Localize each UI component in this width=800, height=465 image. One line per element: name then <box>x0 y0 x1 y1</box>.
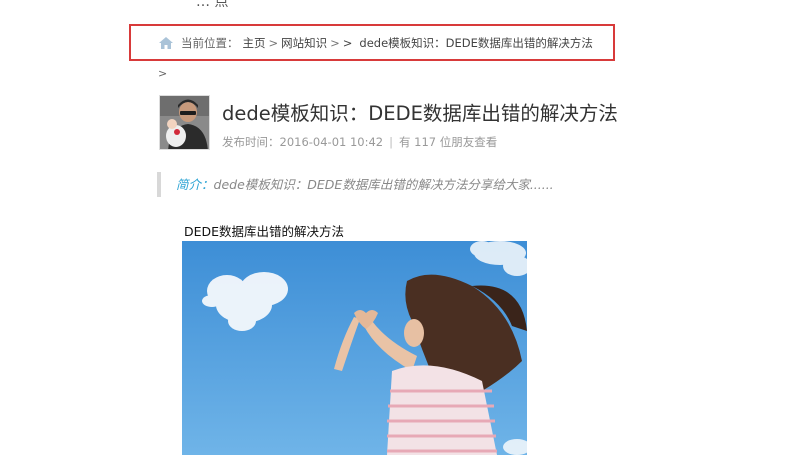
breadcrumb-extra-separator: > <box>342 35 353 50</box>
home-icon[interactable] <box>159 36 173 49</box>
breadcrumb-link-home[interactable]: 主页 <box>243 35 266 51</box>
post-meta: 发布时间：2016-04-01 10:42 | 有 117 位朋友查看 <box>222 134 497 150</box>
publish-time: 发布时间：2016-04-01 10:42 <box>222 135 384 149</box>
content-heading: DEDE数据库出错的解决方法 <box>184 224 345 239</box>
breadcrumb-current-article[interactable]: dede模板知识：DEDE数据库出错的解决方法 <box>359 35 593 51</box>
meta-divider: | <box>389 135 394 149</box>
girl-heart-cloud-photo <box>182 241 527 455</box>
breadcrumb-separator: > <box>330 35 340 50</box>
intro-text: dede模板知识：DEDE数据库出错的解决方法分享给大家...... <box>213 177 554 192</box>
breadcrumb: 当前位置： 主页 > 网站知识 > > dede模板知识：DEDE数据库出错的解… <box>129 24 615 61</box>
views-prefix: 有 <box>399 135 411 149</box>
post-intro: 简介：dede模板知识：DEDE数据库出错的解决方法分享给大家...... <box>157 172 617 197</box>
post-title: dede模板知识：DEDE数据库出错的解决方法 <box>222 102 618 125</box>
breadcrumb-separator: > <box>268 35 279 50</box>
previous-text-fragment: … 点 <box>196 0 229 10</box>
breadcrumb-trailing-separator: > <box>158 67 168 80</box>
views-count: 117 <box>414 135 437 149</box>
breadcrumb-prefix: 当前位置： <box>181 35 239 50</box>
author-avatar[interactable] <box>159 95 210 150</box>
article-image <box>182 241 527 455</box>
breadcrumb-link-site-knowledge[interactable]: 网站知识 <box>281 35 327 51</box>
avatar-image <box>160 96 209 149</box>
intro-label: 简介： <box>176 177 214 192</box>
views-suffix: 位朋友查看 <box>439 135 498 149</box>
